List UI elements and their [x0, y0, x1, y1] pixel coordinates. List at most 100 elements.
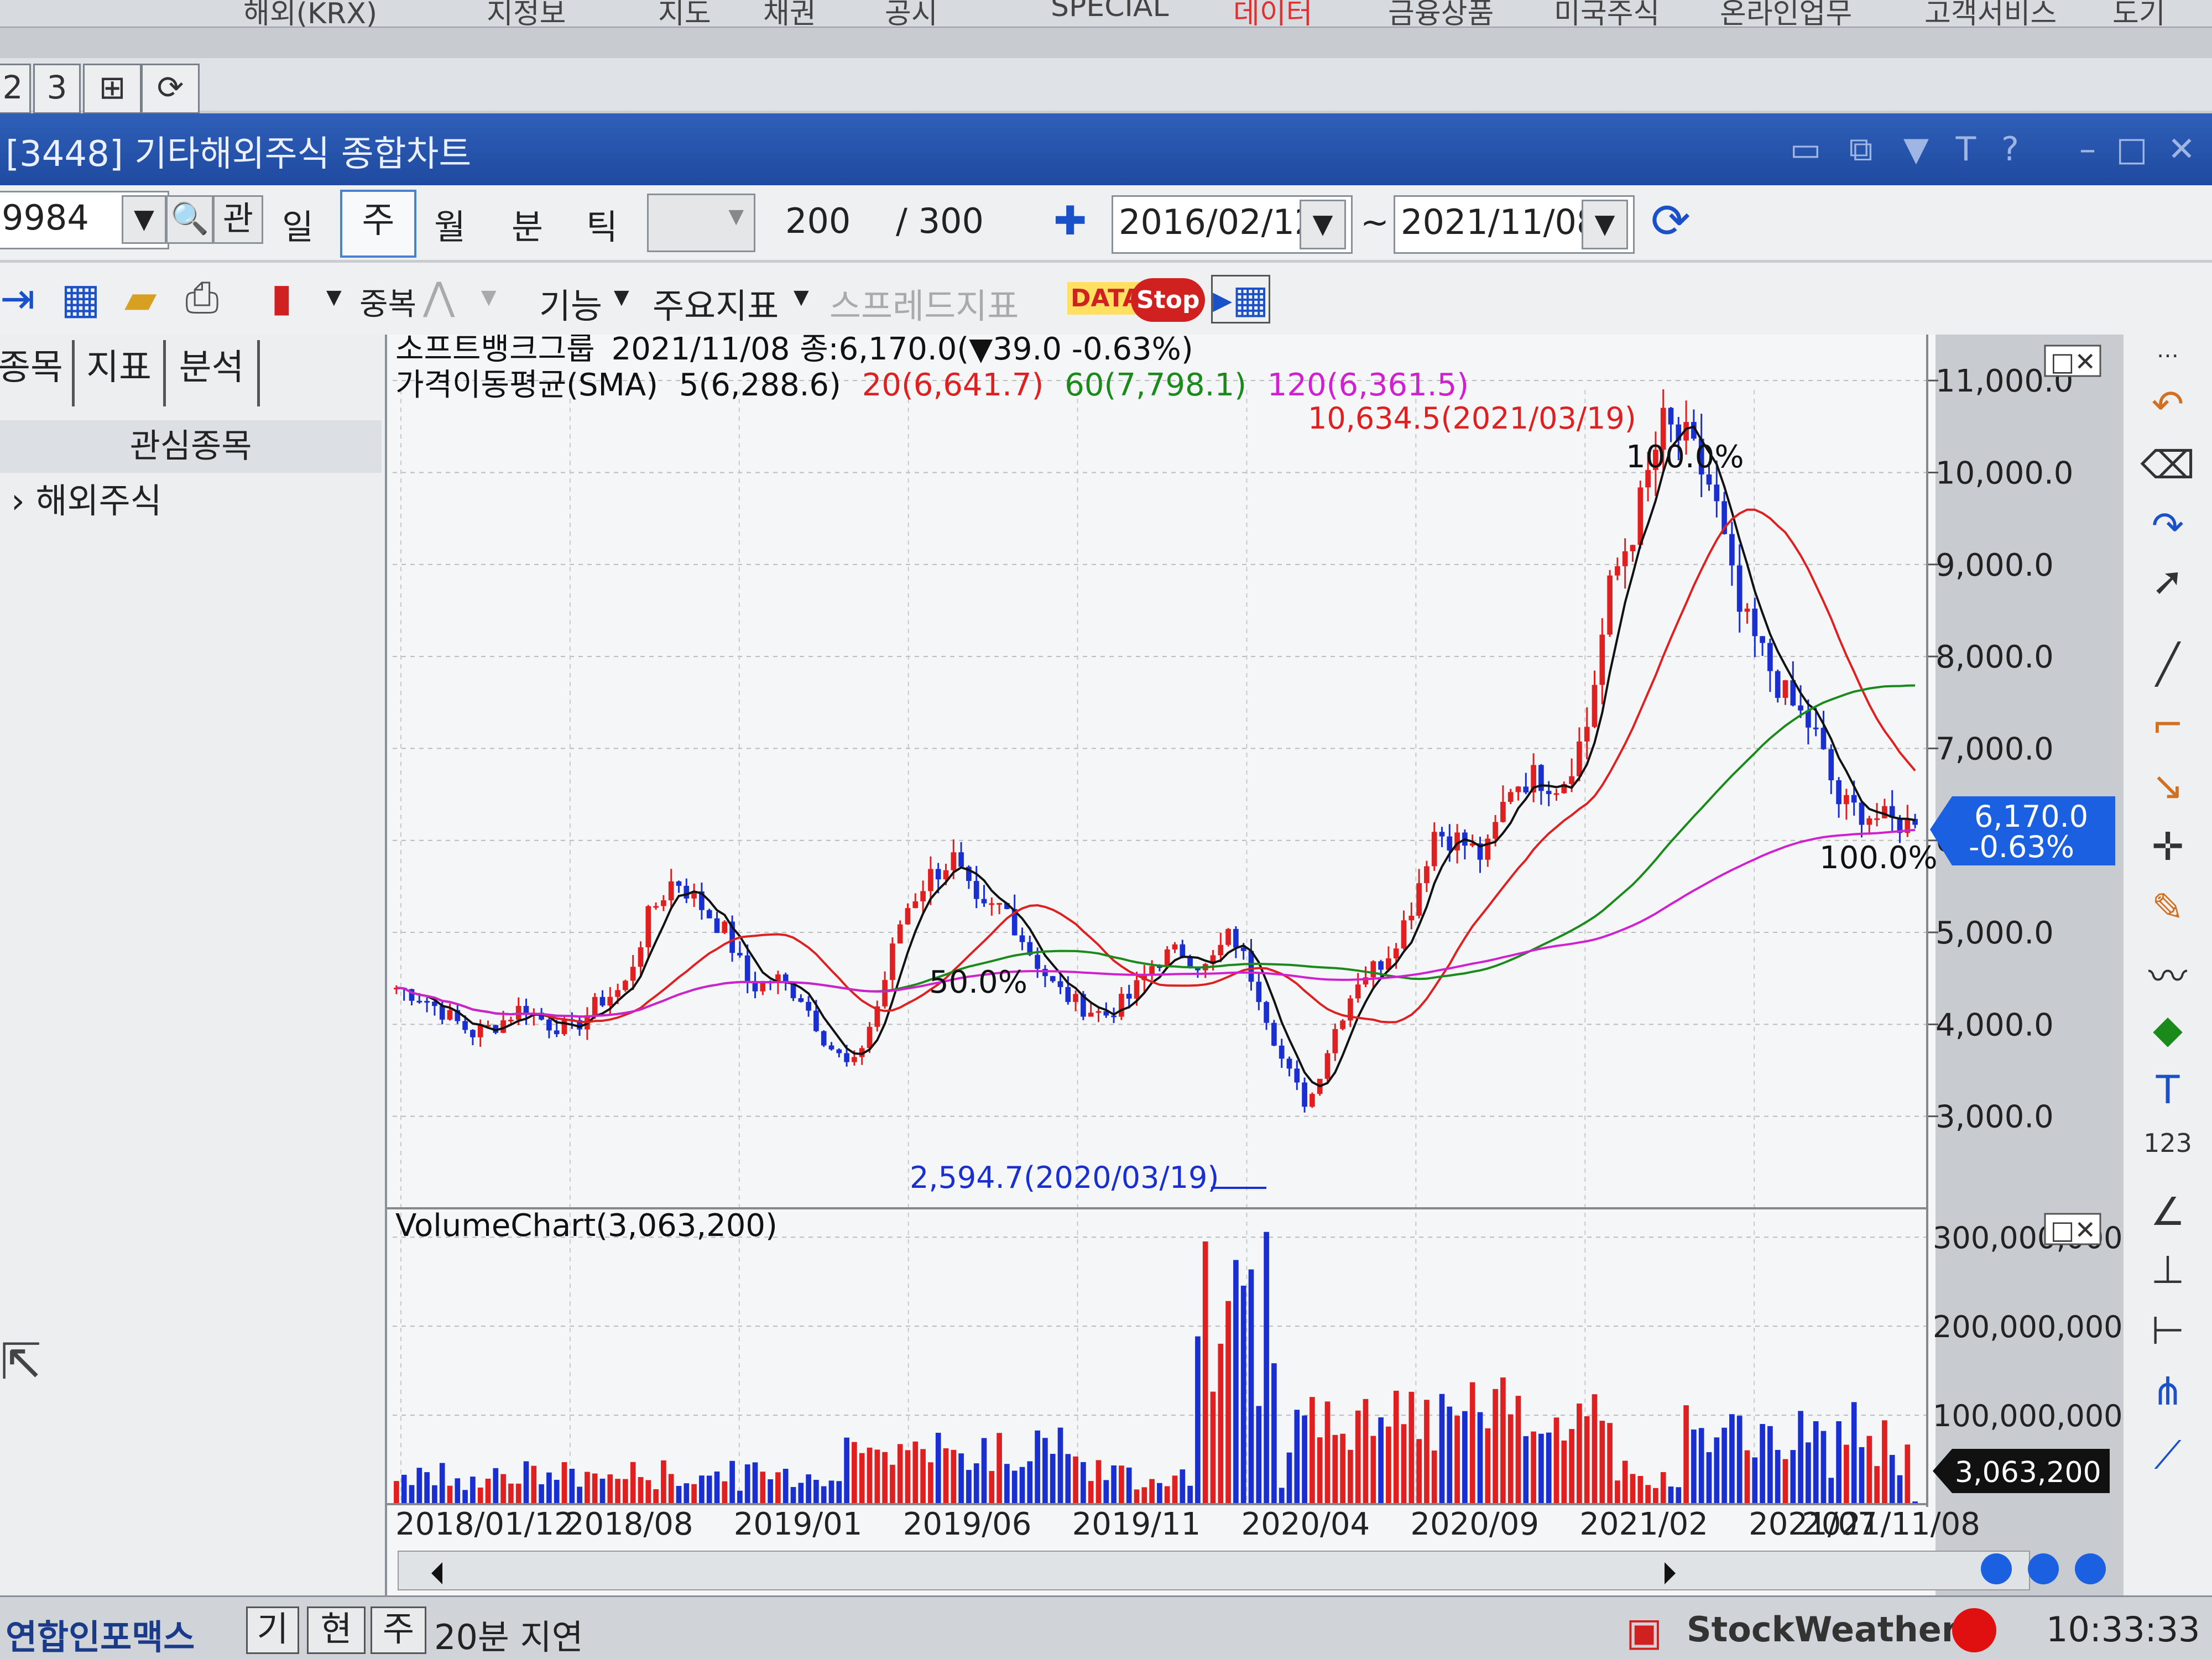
menu-item[interactable]: 금융상품: [1388, 0, 1494, 32]
shape-icon[interactable]: ◆: [2140, 1006, 2195, 1052]
pointer-icon[interactable]: ➚: [2140, 559, 2195, 604]
interval-select[interactable]: ▼: [647, 194, 755, 252]
chevron-down-icon[interactable]: ▼: [614, 286, 629, 309]
volume-bar: [1828, 1478, 1834, 1504]
watchlist-item[interactable]: › 해외주식: [11, 473, 162, 523]
tab-analysis[interactable]: 분석: [166, 340, 260, 406]
range-tool-icon[interactable]: ⊢: [2140, 1308, 2195, 1353]
chart-scrollbar[interactable]: [398, 1551, 2030, 1590]
status-button[interactable]: 현: [307, 1606, 366, 1654]
chevron-down-icon[interactable]: ▼: [326, 286, 342, 309]
horizontal-line-icon[interactable]: ⊥: [2140, 1247, 2195, 1292]
plus-icon[interactable]: ✚: [1053, 197, 1087, 244]
layout-icon[interactable]: ▦: [61, 274, 101, 323]
status-button[interactable]: 기: [246, 1606, 299, 1654]
expand-icon[interactable]: ▸▦: [1211, 275, 1271, 324]
period-minute[interactable]: 분: [512, 199, 543, 249]
volume-bar: [1035, 1430, 1040, 1504]
candle-type-icon[interactable]: ▮: [271, 275, 293, 320]
candle-body: [1820, 727, 1827, 749]
menu-item[interactable]: 해외(KRX): [243, 0, 377, 32]
arrow-tool-icon[interactable]: ↘: [2140, 763, 2195, 808]
number-tool-icon[interactable]: 123: [2140, 1128, 2195, 1158]
candle-body: [1294, 1068, 1300, 1083]
end-date-dropdown-icon[interactable]: ▼: [1582, 200, 1628, 249]
chevron-down-icon[interactable]: ▼: [122, 195, 166, 244]
text-tool-icon[interactable]: T: [2140, 1067, 2195, 1113]
overlap-button[interactable]: 중복: [359, 279, 416, 324]
redo-draw-icon[interactable]: ↷: [2140, 503, 2195, 549]
chart-svg[interactable]: 3,000.04,000.05,000.06,000.07,000.08,000…: [387, 335, 2124, 1595]
help-icon[interactable]: ?: [1991, 130, 2030, 169]
candle-body: [1286, 1058, 1292, 1069]
menu-item[interactable]: 데이터: [1233, 0, 1313, 32]
menu-item[interactable]: 미국주식: [1554, 0, 1660, 32]
volume-bar: [1637, 1476, 1644, 1504]
candle-body: [1088, 1013, 1094, 1017]
line-tool-icon[interactable]: ⌐: [2140, 702, 2195, 748]
crosshair-icon[interactable]: ✛: [2140, 824, 2195, 869]
period-day[interactable]: 일: [282, 199, 314, 249]
angle-tool-icon[interactable]: ∠: [2140, 1189, 2195, 1234]
menu-item[interactable]: SPECIAL: [1051, 0, 1168, 23]
more-tools-icon[interactable]: ⋯: [2140, 343, 2195, 368]
open-folder-icon[interactable]: ▰: [124, 274, 156, 323]
function-menu[interactable]: 기능: [539, 278, 602, 328]
tab-indicators[interactable]: 지표: [75, 340, 166, 406]
close-icon[interactable]: ✕: [2162, 130, 2201, 169]
text-icon[interactable]: T: [1947, 130, 1985, 169]
refresh-window-icon[interactable]: ⟳: [141, 64, 200, 114]
fibonacci-icon[interactable]: ⋔: [2140, 1369, 2195, 1414]
zoom-out-icon[interactable]: [2028, 1553, 2059, 1584]
period-tick[interactable]: 틱: [586, 199, 618, 249]
menu-item[interactable]: 도기: [2112, 0, 2166, 32]
volume-bar: [1095, 1460, 1102, 1504]
window-tab[interactable]: 2: [0, 64, 31, 114]
status-button[interactable]: 주: [371, 1606, 426, 1654]
menu-item[interactable]: 지도: [658, 0, 711, 32]
spread-indicators-menu[interactable]: 스프레드지표: [830, 278, 1019, 328]
trendline-icon[interactable]: ╱: [2140, 641, 2195, 687]
indicators-menu[interactable]: 주요지표: [653, 278, 779, 328]
tree-expand-icon[interactable]: ›: [11, 481, 36, 521]
search-icon[interactable]: 🔍: [166, 195, 213, 244]
date-tick-label: 2018/01/12: [395, 1506, 574, 1542]
refresh-icon[interactable]: ⟳: [1651, 194, 1691, 249]
period-week[interactable]: 주: [340, 190, 416, 258]
maximize-icon[interactable]: □: [2112, 130, 2151, 169]
chevron-down-icon[interactable]: ▼: [481, 286, 497, 309]
stop-icon[interactable]: Stop: [1131, 278, 1206, 322]
menu-item[interactable]: 공시: [885, 0, 938, 32]
volume-bar: [1370, 1436, 1376, 1504]
cascade-icon[interactable]: ⧉: [1841, 130, 1880, 169]
zoom-in-icon[interactable]: [1981, 1553, 2012, 1584]
pin-icon[interactable]: ▼: [1897, 130, 1936, 169]
interest-button[interactable]: 관: [213, 195, 263, 244]
erase-all-icon[interactable]: ⌫: [2140, 442, 2195, 488]
print-icon[interactable]: ⎙: [185, 273, 219, 323]
menu-item[interactable]: 온라인업무: [1720, 0, 1852, 32]
freehand-icon[interactable]: 〰: [2140, 946, 2195, 1001]
period-month[interactable]: 월: [434, 199, 466, 249]
minimize-icon[interactable]: –: [2068, 130, 2107, 169]
start-date-dropdown-icon[interactable]: ▼: [1300, 200, 1346, 249]
volume-bar: [1577, 1404, 1582, 1504]
menu-item[interactable]: 채권: [763, 0, 816, 32]
reset-zoom-icon[interactable]: [2075, 1553, 2106, 1584]
pencil-icon[interactable]: ✎: [2140, 885, 2195, 930]
tab-stocks[interactable]: 종목: [0, 340, 75, 406]
menu-item[interactable]: 고객서비스: [1924, 0, 2057, 32]
restore-icon[interactable]: ▭: [1786, 130, 1825, 169]
regression-icon[interactable]: ⟋: [2140, 1432, 2195, 1478]
tile-window-icon[interactable]: ⊞: [83, 64, 142, 114]
compare-icon[interactable]: ⋀: [423, 274, 455, 319]
volume-bar: [1538, 1433, 1544, 1504]
undo-draw-icon[interactable]: ↶: [2140, 382, 2195, 427]
chevron-down-icon[interactable]: ▼: [794, 286, 809, 309]
display-count[interactable]: 200: [785, 201, 851, 241]
left-panel: 종목 지표 분석: [0, 335, 387, 1595]
menu-item[interactable]: 지정보: [487, 0, 566, 32]
candle-body: [684, 885, 690, 899]
panel-toggle-icon[interactable]: ⇥: [0, 274, 35, 323]
window-tab[interactable]: 3: [33, 64, 81, 114]
